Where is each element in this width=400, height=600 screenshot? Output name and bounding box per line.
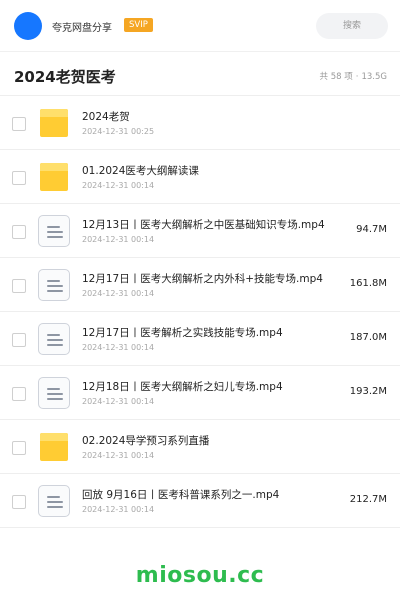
file-row[interactable]: 回放 9月16日丨医考科普课系列之一.mp4 2024-12-31 00:14 21… — [0, 474, 400, 528]
item-size: 212.7M — [349, 494, 387, 505]
item-count: 共 58 项 — [319, 72, 353, 82]
row-checkbox[interactable] — [12, 333, 26, 347]
video-file-icon — [38, 269, 70, 301]
total-size: 13.5G — [361, 72, 387, 82]
item-size: 193.2M — [349, 386, 387, 397]
search-input[interactable]: 搜索 — [316, 13, 388, 39]
avatar[interactable] — [14, 12, 42, 40]
folder-icon — [38, 161, 70, 193]
sharer-name: 夸克网盘分享 — [52, 23, 112, 34]
top-bar: 夸克网盘分享 SVIP 搜索 — [0, 0, 400, 52]
item-date: 2024-12-31 00:14 — [82, 397, 155, 406]
row-checkbox[interactable] — [12, 225, 26, 239]
file-row[interactable]: 12月17日丨医考解析之实践技能专场.mp4 2024-12-31 00:14 18… — [0, 312, 400, 366]
svip-badge: SVIP — [124, 18, 153, 32]
item-name[interactable]: 12月13日丨医考大纲解析之中医基础知识专场.mp4 — [82, 217, 325, 232]
item-name[interactable]: 2024老贺 — [82, 109, 130, 124]
file-row[interactable]: 12月18日丨医考大纲解析之妇儿专场.mp4 2024-12-31 00:14 19… — [0, 366, 400, 420]
item-name[interactable]: 01.2024医考大纲解读课 — [82, 163, 199, 178]
folder-row[interactable]: 02.2024导学预习系列直播 2024-12-31 00:14 — [0, 420, 400, 474]
video-file-icon — [38, 485, 70, 517]
item-date: 2024-12-31 00:14 — [82, 289, 155, 298]
row-checkbox[interactable] — [12, 495, 26, 509]
folder-meta: 共 58 项 · 13.5G — [320, 70, 387, 82]
item-size: 94.7M — [356, 224, 387, 235]
row-checkbox[interactable] — [12, 387, 26, 401]
watermark-text: miosou.cc — [135, 563, 265, 588]
page-title: 2024老贺医考 — [14, 68, 116, 86]
video-file-icon — [38, 323, 70, 355]
item-name[interactable]: 回放 9月16日丨医考科普课系列之一.mp4 — [82, 487, 279, 502]
item-size: 161.8M — [349, 278, 387, 289]
item-date: 2024-12-31 00:14 — [82, 181, 155, 190]
item-name[interactable]: 12月18日丨医考大纲解析之妇儿专场.mp4 — [82, 379, 283, 394]
row-checkbox[interactable] — [12, 117, 26, 131]
folder-row[interactable]: 2024老贺 2024-12-31 00:25 — [0, 96, 400, 150]
file-list: 2024老贺 2024-12-31 00:25 01.2024医考大纲解读课 2024… — [0, 96, 400, 528]
item-size: 187.0M — [349, 332, 387, 343]
folder-icon — [38, 107, 70, 139]
item-date: 2024-12-31 00:14 — [82, 451, 155, 460]
row-checkbox[interactable] — [12, 171, 26, 185]
file-row[interactable]: 12月13日丨医考大纲解析之中医基础知识专场.mp4 2024-12-31 00:… — [0, 204, 400, 258]
item-name[interactable]: 12月17日丨医考解析之实践技能专场.mp4 — [82, 325, 283, 340]
item-date: 2024-12-31 00:14 — [82, 235, 155, 244]
video-file-icon — [38, 215, 70, 247]
file-row[interactable]: 12月17日丨医考大纲解析之内外科+技能专场.mp4 2024-12-31 00:… — [0, 258, 400, 312]
row-checkbox[interactable] — [12, 441, 26, 455]
row-checkbox[interactable] — [12, 279, 26, 293]
folder-icon — [38, 431, 70, 463]
meta-separator: · — [355, 72, 359, 82]
video-file-icon — [38, 377, 70, 409]
item-date: 2024-12-31 00:14 — [82, 343, 155, 352]
item-date: 2024-12-31 00:14 — [82, 505, 155, 514]
folder-header: 2024老贺医考 共 58 项 · 13.5G — [0, 52, 400, 96]
folder-row[interactable]: 01.2024医考大纲解读课 2024-12-31 00:14 — [0, 150, 400, 204]
item-name[interactable]: 12月17日丨医考大纲解析之内外科+技能专场.mp4 — [82, 271, 323, 286]
item-name[interactable]: 02.2024导学预习系列直播 — [82, 433, 209, 448]
item-date: 2024-12-31 00:25 — [82, 127, 155, 136]
